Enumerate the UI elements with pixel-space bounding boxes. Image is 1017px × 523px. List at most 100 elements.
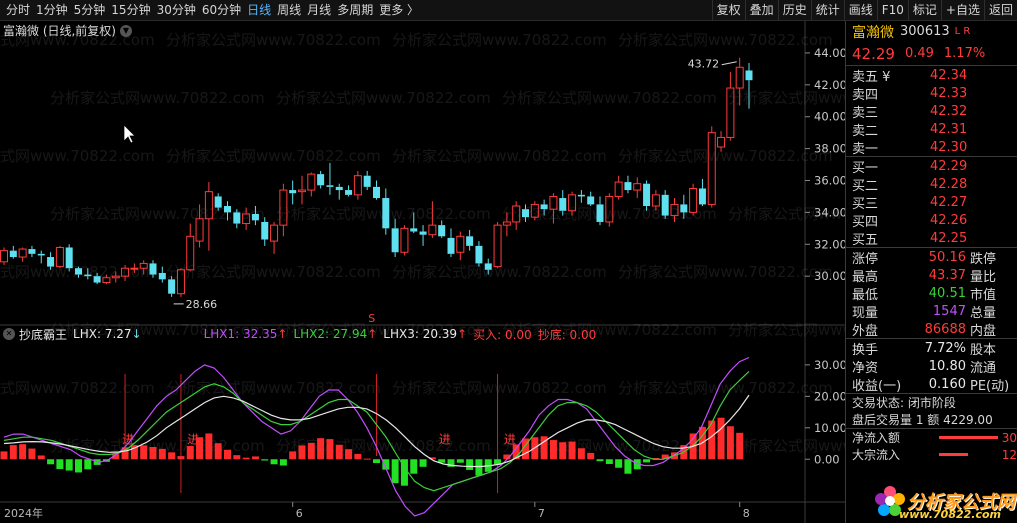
tab-period-4[interactable]: 30分钟 bbox=[157, 0, 202, 21]
tab-period-2[interactable]: 5分钟 bbox=[74, 0, 112, 21]
tab-period-5[interactable]: 60分钟 bbox=[202, 0, 247, 21]
stat-row: 最高 43.37 量比 bbox=[846, 266, 1017, 285]
stock-name: 富瀚微 bbox=[852, 24, 894, 41]
kline-chart[interactable]: 分析家公式网www.70822.com 分析家公式网www.70822.com 分析… bbox=[0, 21, 845, 523]
bid-price: 42.29 bbox=[930, 158, 968, 174]
draw-line-button[interactable]: 画线 bbox=[843, 0, 877, 21]
candle-body-down bbox=[345, 190, 353, 195]
lhx1-text: LHX1: 32.35 bbox=[203, 327, 278, 341]
indicator-bar bbox=[270, 459, 278, 465]
chart-title-bar: 富瀚微 (日线,前复权) ▼ bbox=[3, 22, 132, 39]
signal-marker-s: S bbox=[368, 312, 375, 325]
price-axis-label: 30.00 bbox=[814, 269, 845, 283]
stat-label-right: 量比 bbox=[970, 269, 997, 285]
bottom-value: 抄底: 0.00 bbox=[537, 327, 597, 342]
stat-label: 外盘 bbox=[852, 323, 879, 339]
indicator-bar bbox=[466, 459, 474, 470]
indicator-bar bbox=[149, 446, 157, 460]
bid-label: 买一 bbox=[852, 160, 879, 176]
stat-value: 43.37 bbox=[928, 267, 966, 283]
bid-row: 买二 42.28 bbox=[846, 175, 1017, 194]
f10-button[interactable]: F10 bbox=[876, 0, 908, 21]
lr-badge[interactable]: L R bbox=[955, 26, 971, 37]
bid-label: 买四 bbox=[852, 214, 879, 230]
back-button[interactable]: 返回 bbox=[983, 0, 1017, 21]
arrow-up-icon: ↑ bbox=[367, 327, 378, 341]
bid-label: 买二 bbox=[852, 178, 879, 194]
indicator-bar bbox=[28, 448, 36, 460]
indicator-bar bbox=[326, 439, 334, 460]
candle-body-down bbox=[251, 213, 259, 221]
candle-body-up bbox=[456, 235, 465, 253]
indicator-bar bbox=[19, 444, 27, 460]
bid-row: 买一 42.29 bbox=[846, 157, 1017, 176]
candle-body-up bbox=[735, 66, 744, 89]
arrow-down-icon: ↓ bbox=[131, 327, 142, 341]
ask-price: 42.34 bbox=[930, 67, 968, 83]
chart-canvas[interactable]: 分析家公式网www.70822.com 分析家公式网www.70822.com 分析… bbox=[0, 21, 845, 523]
candle-body-up bbox=[18, 248, 27, 258]
tab-period-9[interactable]: 多周期 bbox=[337, 0, 379, 21]
tab-period-0[interactable]: 分时 bbox=[6, 0, 36, 21]
candle-body-down bbox=[363, 175, 371, 187]
watermark-text: 分析家公式网www.70822.com bbox=[728, 321, 845, 339]
tab-period-more[interactable]: 更多 〉 bbox=[379, 0, 425, 21]
chevron-down-icon[interactable]: ▼ bbox=[120, 24, 132, 37]
watermark-text: 分析家公式网www.70822.com bbox=[166, 379, 381, 397]
candle-body-up bbox=[270, 224, 279, 242]
bid-book: 买一 42.29 买二 42.28 买三 42.27 买四 42.26 买五 42.25 bbox=[846, 157, 1017, 248]
tab-period-1[interactable]: 1分钟 bbox=[36, 0, 74, 21]
stat-row: 外盘 86688 内盘 bbox=[846, 320, 1017, 339]
indicator-name[interactable]: 抄底霸王 bbox=[19, 326, 67, 343]
tab-period-8[interactable]: 月线 bbox=[307, 0, 337, 21]
arrow-up-icon: ↑ bbox=[277, 327, 288, 341]
big-order-row: 大宗流入 12 bbox=[846, 446, 1017, 463]
indicator-bar bbox=[373, 459, 380, 464]
adjust-button[interactable]: 复权 bbox=[711, 0, 745, 21]
period-tabs: 分时 1分钟 5分钟 15分钟 30分钟 60分钟 日线 周线 月线 多周期 更… bbox=[0, 0, 425, 21]
indicator-bar bbox=[615, 459, 623, 468]
candle-body-down bbox=[326, 185, 334, 187]
overlay-button[interactable]: 叠加 bbox=[744, 0, 778, 21]
watermark-text: 分析家公式网www.70822.com bbox=[166, 263, 381, 281]
tab-period-daily[interactable]: 日线 bbox=[247, 0, 277, 21]
indicator-bar bbox=[84, 459, 92, 470]
stats-button[interactable]: 统计 bbox=[810, 0, 844, 21]
tab-period-7[interactable]: 周线 bbox=[277, 0, 307, 21]
candle-body-down bbox=[93, 276, 101, 283]
price-axis-label: 42.00 bbox=[814, 78, 845, 92]
add-watchlist-button[interactable]: +自选 bbox=[940, 0, 984, 21]
lhx-text: LHX: 7.27 bbox=[73, 327, 132, 341]
mark-button[interactable]: 标记 bbox=[907, 0, 941, 21]
indicator-bar bbox=[354, 453, 362, 460]
candle-body-down bbox=[317, 174, 325, 186]
price-axis-label: 44.00 bbox=[814, 46, 845, 60]
candle-body-down bbox=[224, 206, 231, 213]
candle-body-down bbox=[680, 204, 688, 213]
candle-body-up bbox=[130, 267, 139, 270]
close-icon[interactable]: ✕ bbox=[3, 328, 15, 340]
trade-state: 交易状态: 闭市阶段 bbox=[852, 396, 956, 410]
ask-price: 42.33 bbox=[930, 85, 968, 101]
high-price-label: 43.72 bbox=[688, 58, 720, 71]
candle-body-down bbox=[419, 231, 427, 235]
indicator-bar bbox=[298, 445, 306, 460]
stat-label-right: 跌停 bbox=[970, 251, 997, 267]
bid-price: 42.27 bbox=[930, 194, 968, 210]
candle-body-down bbox=[65, 247, 73, 269]
watermark-text: 分析家公式网www.70822.com bbox=[392, 147, 607, 165]
candle-body-up bbox=[707, 132, 716, 205]
stat-label-right: PE(动) bbox=[970, 378, 1010, 394]
candle-body-down bbox=[661, 194, 669, 216]
trade-block: 交易状态: 闭市阶段 盘后交易量 1 额 4229.00 bbox=[846, 394, 1017, 429]
history-button[interactable]: 历史 bbox=[777, 0, 811, 21]
ind-axis-label: 20.00 bbox=[814, 389, 845, 403]
watermark-text: 分析家公式网www.70822.com bbox=[50, 205, 265, 223]
indicator-bar bbox=[456, 459, 464, 463]
date-axis-label: 6 bbox=[296, 507, 303, 520]
indicator-bar bbox=[643, 459, 651, 463]
candle-body-up bbox=[307, 173, 316, 191]
indicator-bar bbox=[624, 459, 632, 474]
tab-period-3[interactable]: 15分钟 bbox=[111, 0, 156, 21]
arrow-up-icon: ↑ bbox=[457, 327, 468, 341]
